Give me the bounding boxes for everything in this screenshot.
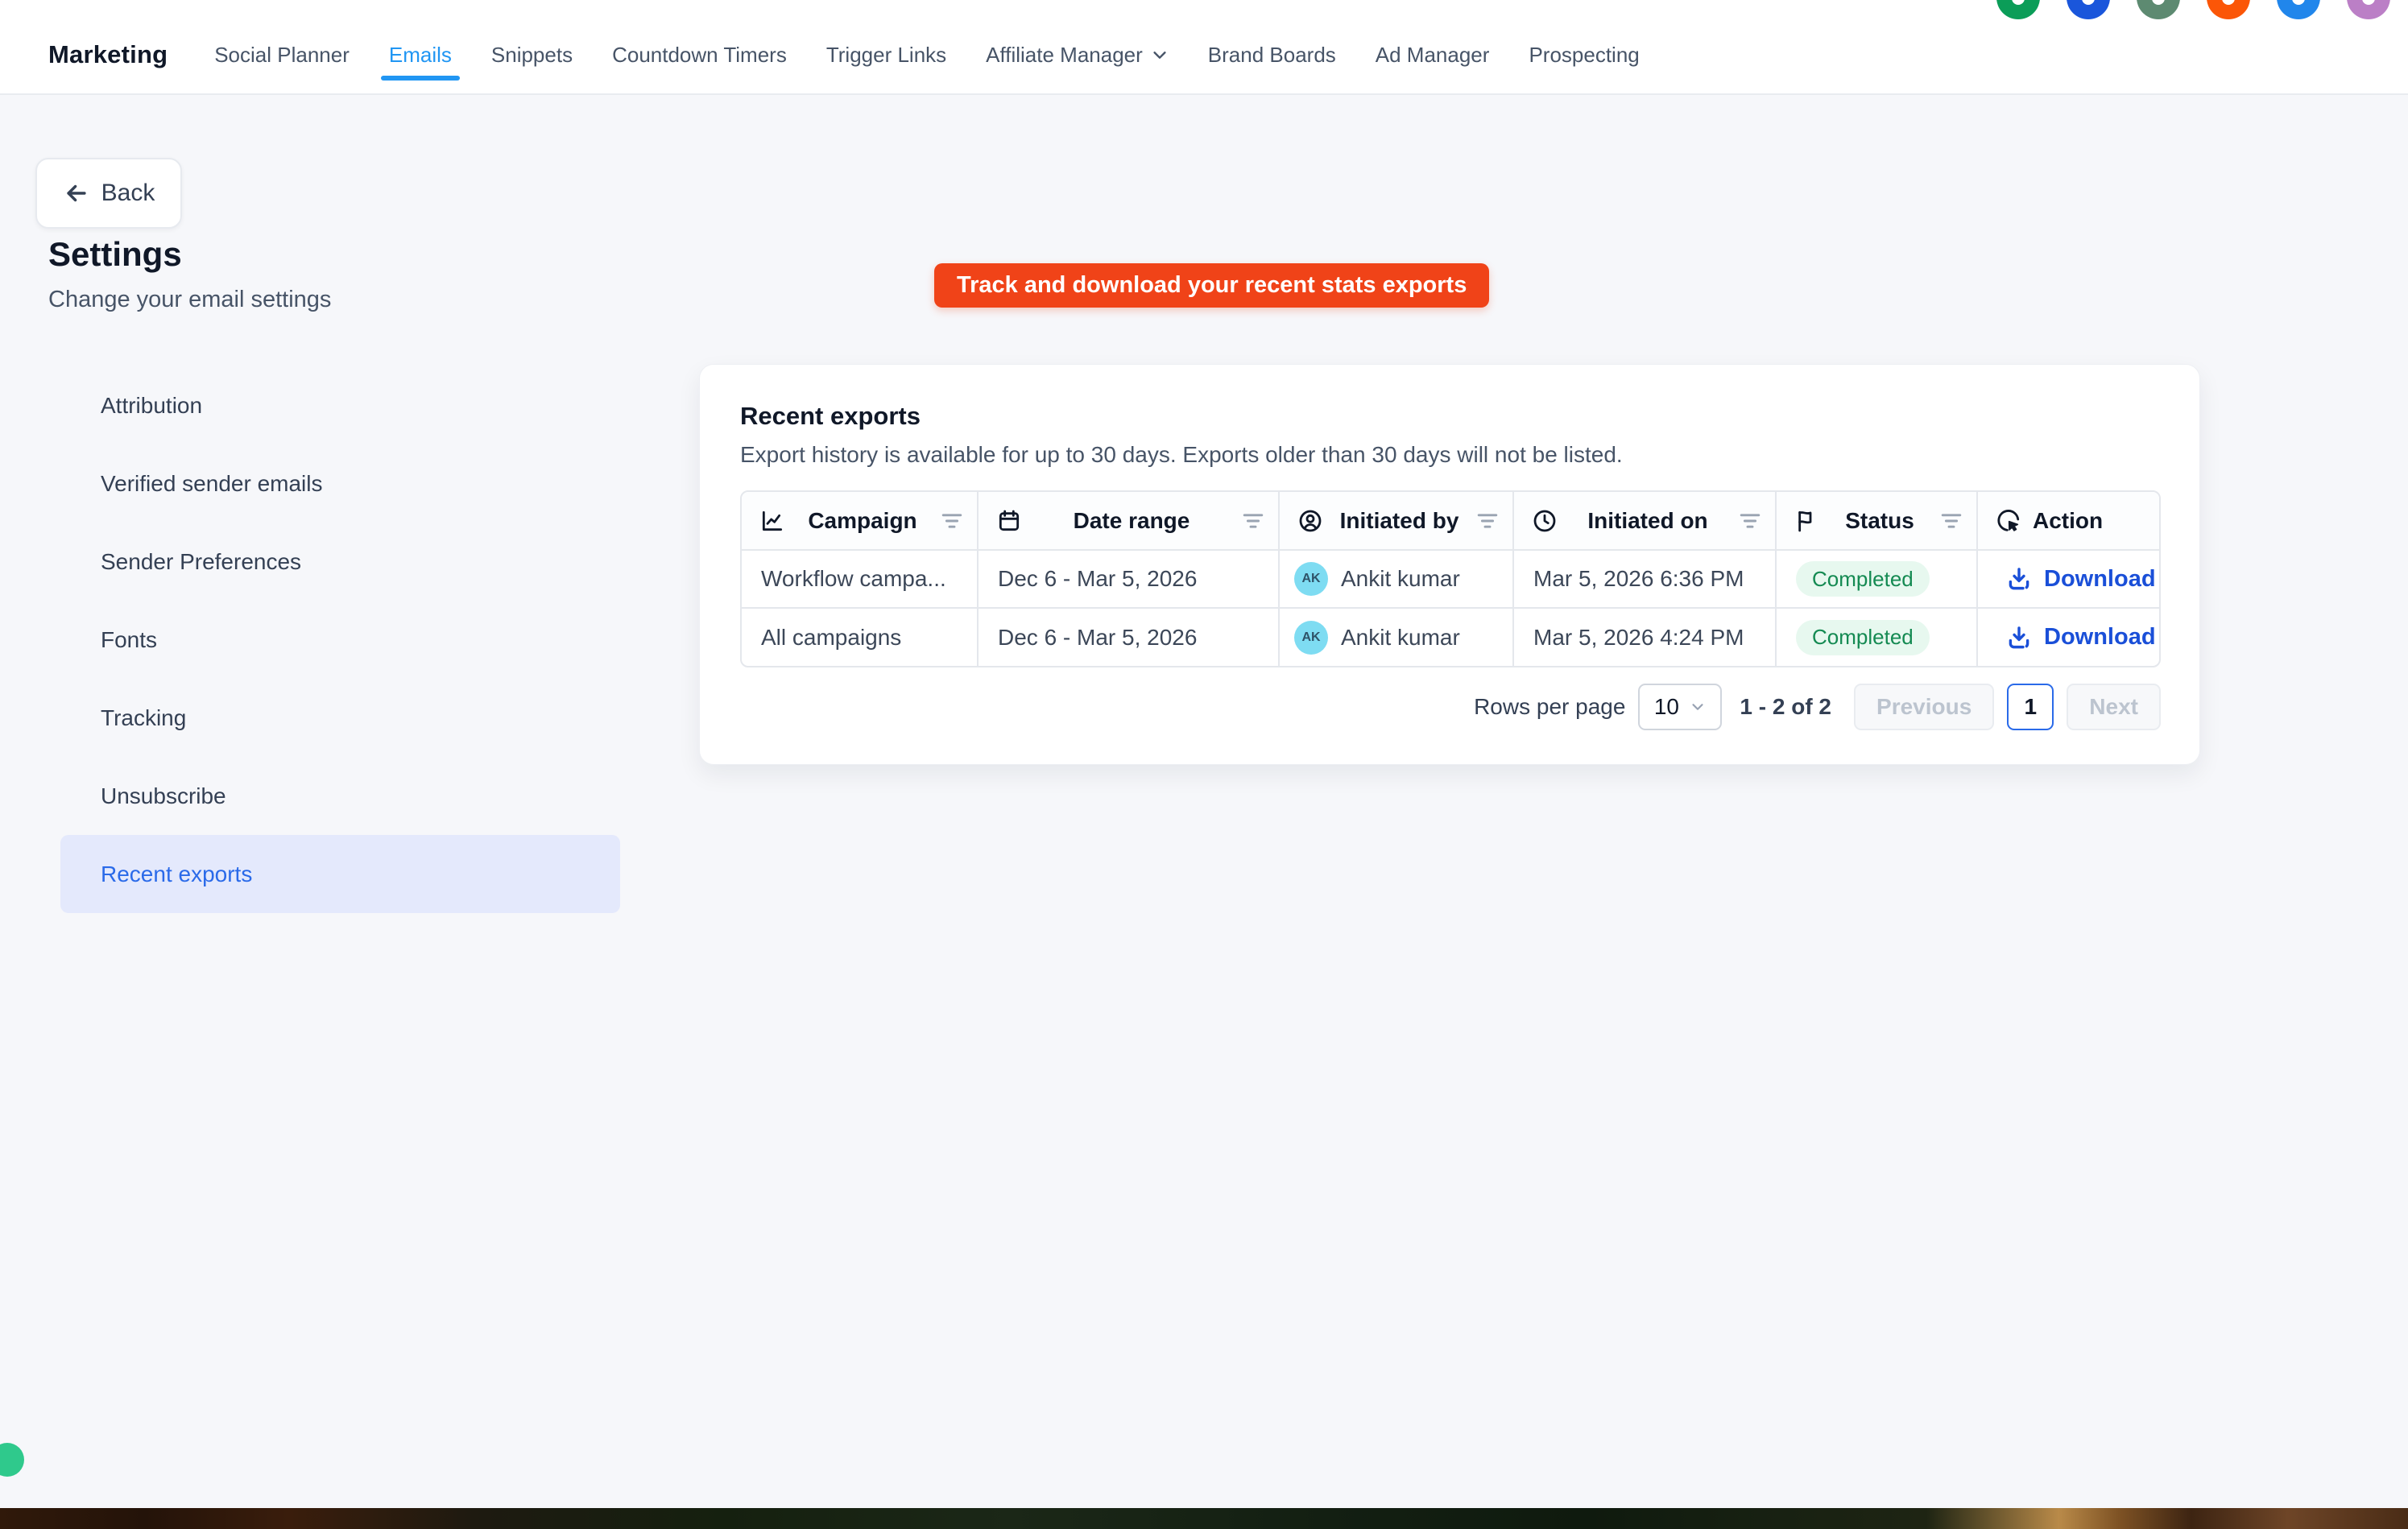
top-navigation-bar: Marketing Social Planner Emails Snippets… [0, 0, 2408, 95]
page-number-button[interactable]: 1 [2007, 684, 2054, 730]
stats-exports-tooltip-banner: Track and download your recent stats exp… [934, 263, 1489, 308]
tab-brand-boards[interactable]: Brand Boards [1208, 16, 1336, 93]
download-button[interactable]: Download [1978, 624, 2159, 651]
pagination-range-text: 1 - 2 of 2 [1740, 694, 1831, 720]
sidebar-item-recent-exports[interactable]: Recent exports [60, 835, 620, 913]
campaign-cell: All campaigns [742, 610, 977, 666]
active-tab-underline [381, 76, 460, 81]
export-row-workflow-campaign: Workflow campa... Dec 6 - Mar 5, 2026 AK… [742, 550, 2159, 608]
account-avatar[interactable] [2277, 0, 2320, 19]
tab-trigger-links[interactable]: Trigger Links [826, 16, 946, 93]
export-row-all-campaigns: All campaigns Dec 6 - Mar 5, 2026 AK Ank… [742, 608, 2159, 666]
download-label: Download [2044, 624, 2156, 651]
clock-icon [1532, 508, 1558, 534]
status-cell: Completed [1777, 620, 1976, 655]
download-icon [2005, 565, 2033, 593]
status-cell: Completed [1777, 561, 1976, 597]
exports-table: Campaign Date range Initiated by [740, 490, 2161, 667]
rows-per-page-select[interactable]: 10 [1638, 684, 1722, 730]
sidebar-item-fonts[interactable]: Fonts [60, 601, 620, 679]
tab-social-planner[interactable]: Social Planner [214, 16, 350, 93]
back-button[interactable]: Back [35, 158, 182, 229]
avatar-glyph [2012, 0, 2025, 5]
avatar-glyph [2082, 0, 2095, 5]
card-title: Recent exports [740, 402, 2159, 431]
next-page-button[interactable]: Next [2067, 684, 2161, 730]
nav-tabs: Social Planner Emails Snippets Countdown… [214, 16, 1640, 93]
date-range-cell: Dec 6 - Mar 5, 2026 [979, 566, 1278, 592]
user-circle-icon [1297, 508, 1323, 534]
back-button-label: Back [101, 180, 155, 207]
app-title: Marketing [48, 40, 168, 69]
marketing-settings-page: Marketing Social Planner Emails Snippets… [0, 0, 2408, 1529]
column-header-initiated-by: Initiated by [1280, 508, 1512, 534]
avatar-glyph [2362, 0, 2375, 5]
column-header-date-range: Date range [979, 508, 1278, 534]
initiated-by-cell: AK Ankit kumar [1280, 621, 1512, 655]
download-button[interactable]: Download [1978, 565, 2159, 593]
tab-countdown-timers[interactable]: Countdown Timers [612, 16, 787, 93]
sidebar-item-attribution[interactable]: Attribution [60, 366, 620, 444]
date-range-cell: Dec 6 - Mar 5, 2026 [979, 625, 1278, 651]
rows-per-page-label: Rows per page [1474, 694, 1625, 720]
arrow-left-icon [63, 180, 90, 207]
rows-per-page-value: 10 [1654, 694, 1679, 720]
user-avatar: AK [1294, 621, 1328, 655]
calendar-icon [996, 508, 1022, 534]
column-header-action: Action [1978, 508, 2159, 534]
chat-widget-bubble[interactable] [0, 1443, 24, 1477]
campaign-cell: Workflow campa... [742, 551, 977, 607]
filter-icon[interactable] [1738, 511, 1762, 531]
column-header-campaign: Campaign [742, 508, 977, 534]
tab-ad-manager[interactable]: Ad Manager [1376, 16, 1490, 93]
account-avatar[interactable] [2067, 0, 2110, 19]
tab-prospecting[interactable]: Prospecting [1529, 16, 1639, 93]
column-header-initiated-on: Initiated on [1514, 508, 1775, 534]
page-subtitle: Change your email settings [48, 287, 331, 313]
filter-icon[interactable] [1241, 511, 1265, 531]
page-title: Settings [48, 235, 182, 274]
download-icon [2005, 624, 2033, 651]
status-badge: Completed [1796, 620, 1930, 655]
cursor-click-icon [1996, 508, 2021, 534]
account-avatar[interactable] [2347, 0, 2390, 19]
tab-snippets[interactable]: Snippets [491, 16, 573, 93]
filter-icon[interactable] [940, 511, 964, 531]
sidebar-item-sender-preferences[interactable]: Sender Preferences [60, 523, 620, 601]
previous-page-button[interactable]: Previous [1854, 684, 1994, 730]
initiated-on-cell: Mar 5, 2026 4:24 PM [1514, 625, 1775, 651]
tab-affiliate-manager[interactable]: Affiliate Manager [986, 16, 1169, 93]
user-name: Ankit kumar [1341, 625, 1460, 651]
column-header-status: Status [1777, 508, 1976, 534]
recent-exports-card: Recent exports Export history is availab… [699, 364, 2200, 765]
avatar-glyph [2292, 0, 2305, 5]
filter-icon[interactable] [1475, 511, 1500, 531]
chart-line-icon [759, 508, 785, 534]
desktop-wallpaper-strip [0, 1508, 2408, 1529]
avatar-glyph [2152, 0, 2165, 5]
status-badge: Completed [1796, 561, 1930, 597]
tab-emails[interactable]: Emails [389, 16, 452, 93]
settings-sidebar: Attribution Verified sender emails Sende… [60, 366, 620, 913]
user-avatar: AK [1294, 562, 1328, 596]
download-label: Download [2044, 566, 2156, 593]
chevron-down-icon [1151, 46, 1169, 64]
account-avatar[interactable] [2137, 0, 2180, 19]
pagination-bar: Rows per page 10 1 - 2 of 2 Previous 1 N… [740, 684, 2161, 730]
account-avatar[interactable] [1996, 0, 2040, 19]
initiated-by-cell: AK Ankit kumar [1280, 562, 1512, 596]
sidebar-item-unsubscribe[interactable]: Unsubscribe [60, 757, 620, 835]
user-name: Ankit kumar [1341, 566, 1460, 592]
account-avatar[interactable] [2207, 0, 2250, 19]
chevron-down-icon [1689, 698, 1707, 716]
sidebar-item-verified-sender-emails[interactable]: Verified sender emails [60, 444, 620, 523]
flag-icon [1794, 508, 1820, 534]
account-avatar-row [1996, 0, 2390, 19]
sidebar-item-tracking[interactable]: Tracking [60, 679, 620, 757]
card-description: Export history is available for up to 30… [740, 442, 2159, 468]
filter-icon[interactable] [1939, 511, 1963, 531]
avatar-glyph [2222, 0, 2235, 5]
table-header-row: Campaign Date range Initiated by [742, 492, 2159, 550]
initiated-on-cell: Mar 5, 2026 6:36 PM [1514, 566, 1775, 592]
